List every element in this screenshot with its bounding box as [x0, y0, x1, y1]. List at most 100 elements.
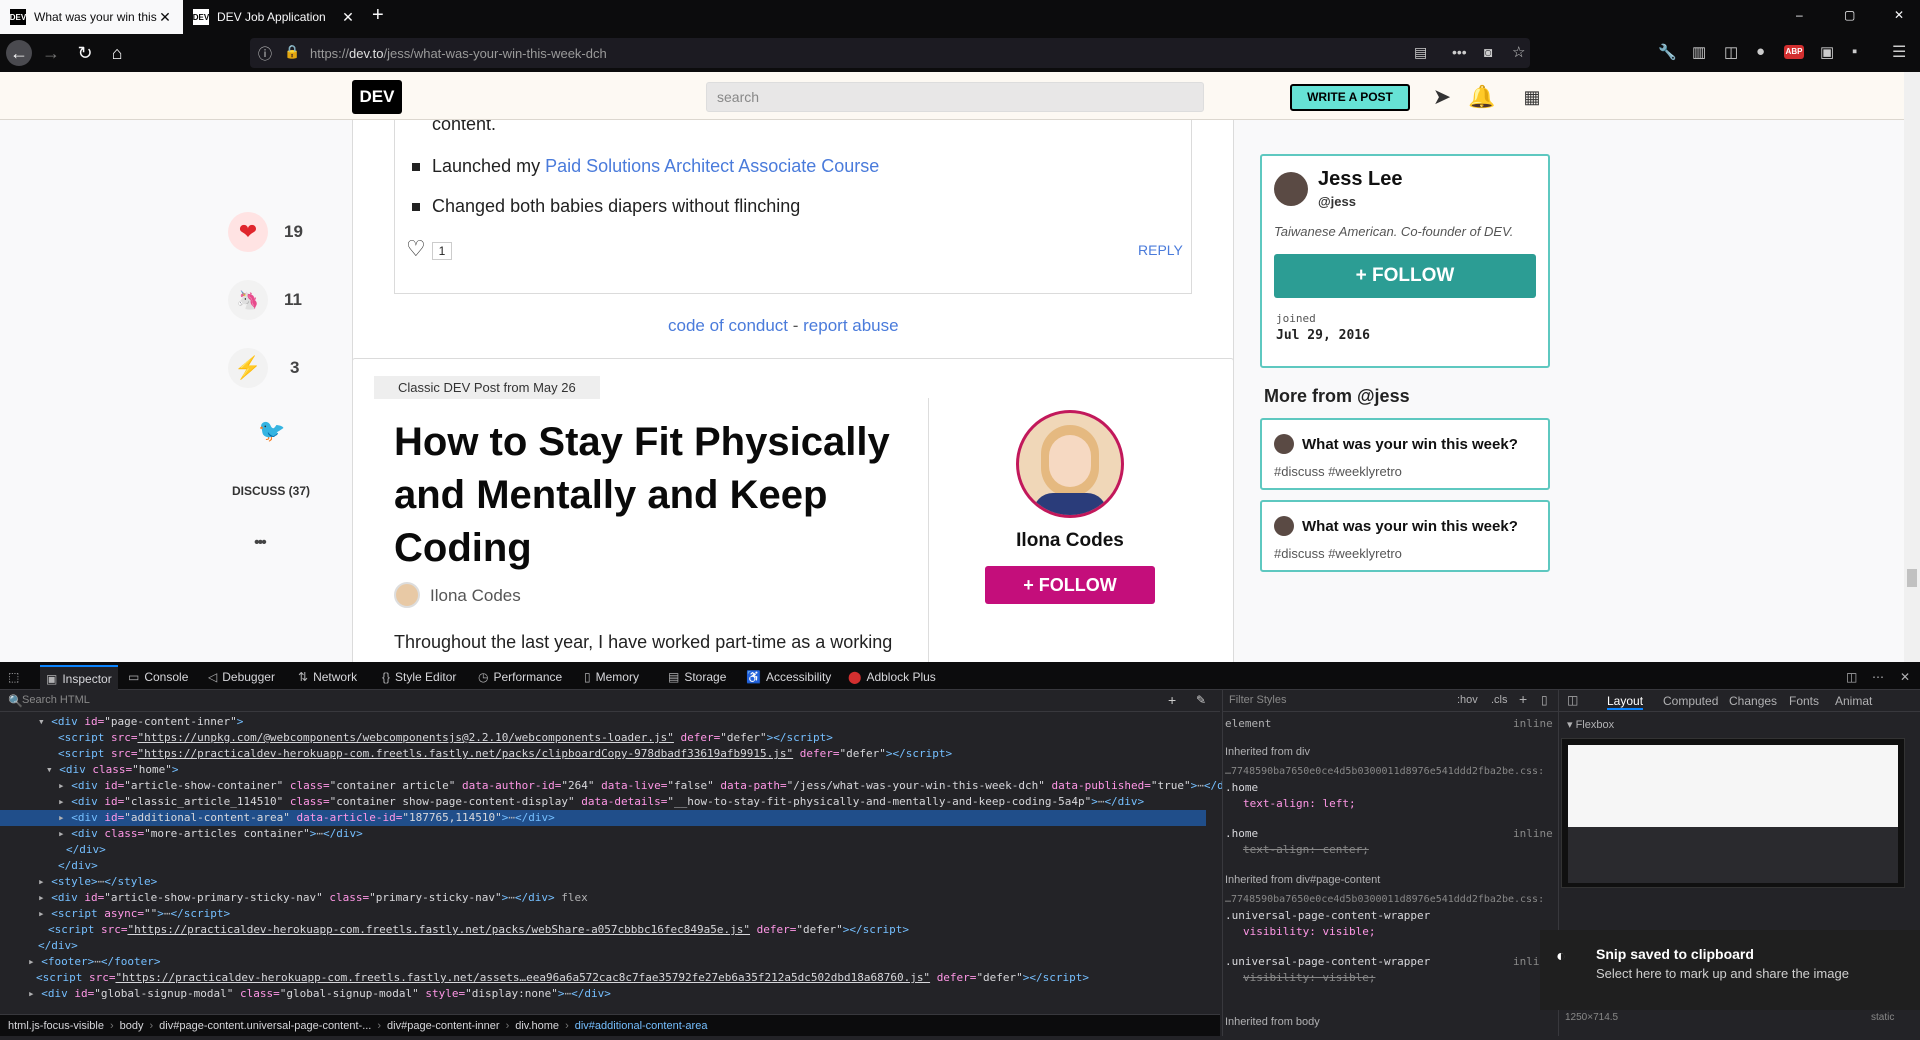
side-author-name[interactable]: Ilona Codes [976, 530, 1164, 552]
rule-source[interactable]: …7748590ba7650e0ce4d5b0300011d8976e541dd… [1225, 764, 1544, 780]
menu-grid-icon[interactable]: ▦ [1518, 84, 1546, 110]
library-icon[interactable]: ▥ [1692, 43, 1706, 61]
minimize-button[interactable]: – [1796, 8, 1803, 22]
search-input[interactable]: search [706, 82, 1204, 112]
dom-node[interactable]: ▸ <div class="more-articles container">⋯… [0, 826, 1206, 842]
close-tab-icon[interactable]: ✕ [157, 9, 173, 26]
side-panel-icon[interactable]: ◫ [1567, 693, 1578, 707]
dom-node[interactable]: </div> [0, 858, 1206, 874]
account-icon[interactable]: ● [1756, 43, 1765, 60]
side-follow-button[interactable]: + FOLLOW [985, 566, 1155, 604]
rule-declaration[interactable]: text-align: left; [1243, 796, 1356, 812]
item-title[interactable]: What was your win this week? [1302, 436, 1518, 453]
profile-follow-button[interactable]: + FOLLOW [1274, 254, 1536, 298]
flexbox-section[interactable]: ▾ Flexbox [1567, 718, 1614, 731]
forward-icon[interactable]: → [38, 40, 64, 66]
home-icon[interactable]: ⌂ [104, 40, 130, 66]
tab-animations[interactable]: Animat [1835, 694, 1872, 708]
extension-more-icon[interactable]: ▪ [1852, 43, 1857, 60]
dom-node[interactable]: ▸ <footer>⋯</footer> [0, 954, 1206, 970]
tab-memory[interactable]: ▯ Memory [584, 667, 639, 687]
devtools-menu-icon[interactable]: ⋯ [1872, 667, 1889, 687]
tab-computed[interactable]: Computed [1663, 694, 1718, 708]
reload-icon[interactable]: ↻ [72, 40, 98, 66]
cls-toggle[interactable]: .cls [1491, 694, 1508, 706]
filter-styles-input[interactable]: Filter Styles [1229, 694, 1286, 706]
like-heart-icon[interactable]: ♡ [406, 236, 426, 262]
breadcrumb-item[interactable]: html.js-focus-visible [8, 1020, 104, 1032]
more-from-item[interactable]: What was your win this week? #discuss #w… [1260, 418, 1550, 490]
close-window-button[interactable]: ✕ [1894, 8, 1904, 22]
dom-node[interactable]: <script src="https://practicaldev-heroku… [0, 746, 1206, 762]
tab-layout[interactable]: Layout [1607, 694, 1644, 710]
add-rule-icon[interactable]: + [1519, 691, 1527, 707]
more-from-item[interactable]: What was your win this week? #discuss #w… [1260, 500, 1550, 572]
twitter-share-icon[interactable]: 🐦 [258, 418, 285, 444]
tab-active[interactable]: DEV What was your win this week? ✕ [0, 0, 183, 34]
hov-toggle[interactable]: :hov [1457, 694, 1478, 706]
reply-button[interactable]: REPLY [1138, 242, 1183, 258]
more-options-icon[interactable]: ••• [254, 534, 267, 552]
url-bar[interactable]: https://dev.to/jess/what-was-your-win-th… [250, 38, 1530, 68]
eyedropper-icon[interactable]: ✎ [1196, 693, 1206, 707]
tab-debugger[interactable]: ◁ Debugger [208, 667, 275, 687]
tab-fonts[interactable]: Fonts [1789, 694, 1819, 708]
tab-network[interactable]: ⇅ Network [298, 667, 357, 687]
tab-storage[interactable]: ▤ Storage [668, 667, 726, 687]
back-icon[interactable]: ← [6, 40, 32, 66]
rule-source[interactable]: …7748590ba7650e0ce4d5b0300011d8976e541dd… [1225, 892, 1544, 908]
scrollbar-thumb[interactable] [1907, 569, 1917, 587]
rule-declaration-overridden[interactable]: visibility: visible; [1243, 970, 1375, 986]
new-tab-button[interactable]: + [372, 4, 384, 27]
print-media-icon[interactable]: ▯ [1541, 693, 1548, 707]
tools-icon[interactable]: 🔧 [1658, 43, 1677, 61]
report-abuse-link[interactable]: report abuse [803, 316, 898, 335]
bookmark-star-icon[interactable]: ☆ [1512, 43, 1525, 61]
maximize-button[interactable]: ▢ [1844, 8, 1855, 22]
dom-node[interactable]: ▸ <style>⋯</style> [0, 874, 1206, 890]
breadcrumb-item[interactable]: div.home [515, 1020, 559, 1032]
dom-node[interactable]: ▾ <div id="page-content-inner"> [0, 714, 1206, 730]
bookmark-reaction-icon[interactable]: ⚡ [228, 348, 268, 388]
tab-inactive[interactable]: DEV DEV Job Application ✕ [183, 0, 366, 34]
discuss-link[interactable]: DISCUSS (37) [232, 484, 310, 498]
close-tab-icon[interactable]: ✕ [340, 9, 356, 26]
tab-performance[interactable]: ◷ Performance [478, 667, 562, 687]
author-name[interactable]: Ilona Codes [430, 586, 521, 606]
heart-reaction-icon[interactable]: ❤ [228, 212, 268, 252]
tab-adblock[interactable]: ⬤ Adblock Plus [848, 667, 936, 687]
sidebar-icon[interactable]: ◫ [1724, 43, 1738, 61]
dom-node[interactable]: <script src="https://practicaldev-heroku… [0, 922, 1206, 938]
breadcrumb-item-active[interactable]: div#additional-content-area [575, 1020, 708, 1032]
profile-name[interactable]: Jess Lee [1318, 168, 1403, 191]
pocket-icon[interactable]: ◙ [1484, 44, 1492, 60]
rule-declaration[interactable]: visibility: visible; [1243, 924, 1375, 940]
dom-node[interactable]: ▸ <div id="article-show-primary-sticky-n… [0, 890, 1206, 906]
tab-console[interactable]: ▭ Console [128, 667, 188, 687]
site-info-icon[interactable]: ⓘ [258, 44, 272, 64]
dom-node-selected[interactable]: ▸ <div id="additional-content-area" data… [0, 810, 1206, 826]
hamburger-menu-icon[interactable]: ☰ [1892, 42, 1906, 62]
add-node-icon[interactable]: + [1168, 692, 1176, 708]
dom-node[interactable]: <script src="https://unpkg.com/@webcompo… [0, 730, 1206, 746]
send-icon[interactable]: ➤ [1428, 84, 1456, 110]
tab-style-editor[interactable]: {} Style Editor [382, 667, 456, 687]
notification-bell-icon[interactable]: 🔔 [1468, 84, 1496, 110]
tab-changes[interactable]: Changes [1729, 694, 1777, 708]
snip-notification[interactable]: ◐ Snip saved to clipboard Select here to… [1540, 930, 1920, 1010]
devtools-close-icon[interactable]: ✕ [1900, 667, 1915, 687]
write-post-button[interactable]: WRITE A POST [1290, 84, 1410, 111]
classic-post-title[interactable]: How to Stay Fit Physically and Mentally … [394, 416, 904, 575]
item-title[interactable]: What was your win this week? [1302, 518, 1518, 535]
tab-inspector[interactable]: ▣ Inspector [40, 665, 118, 690]
dom-node[interactable]: </div> [0, 938, 1206, 954]
adblock-icon[interactable]: ABP [1784, 45, 1804, 59]
dom-node[interactable]: <script src="https://practicaldev-heroku… [0, 970, 1206, 986]
dock-icon[interactable]: ◫ [1846, 667, 1862, 687]
unicorn-reaction-icon[interactable]: 🦄 [228, 280, 268, 320]
rule-declaration-overridden[interactable]: text-align: center; [1243, 842, 1369, 858]
dom-node[interactable]: ▾ <div class="home"> [0, 762, 1206, 778]
dom-node[interactable]: ▸ <div id="global-signup-modal" class="g… [0, 986, 1206, 1002]
course-link[interactable]: Paid Solutions Architect Associate Cours… [545, 156, 879, 176]
search-html-input[interactable]: Search HTML [22, 694, 90, 706]
